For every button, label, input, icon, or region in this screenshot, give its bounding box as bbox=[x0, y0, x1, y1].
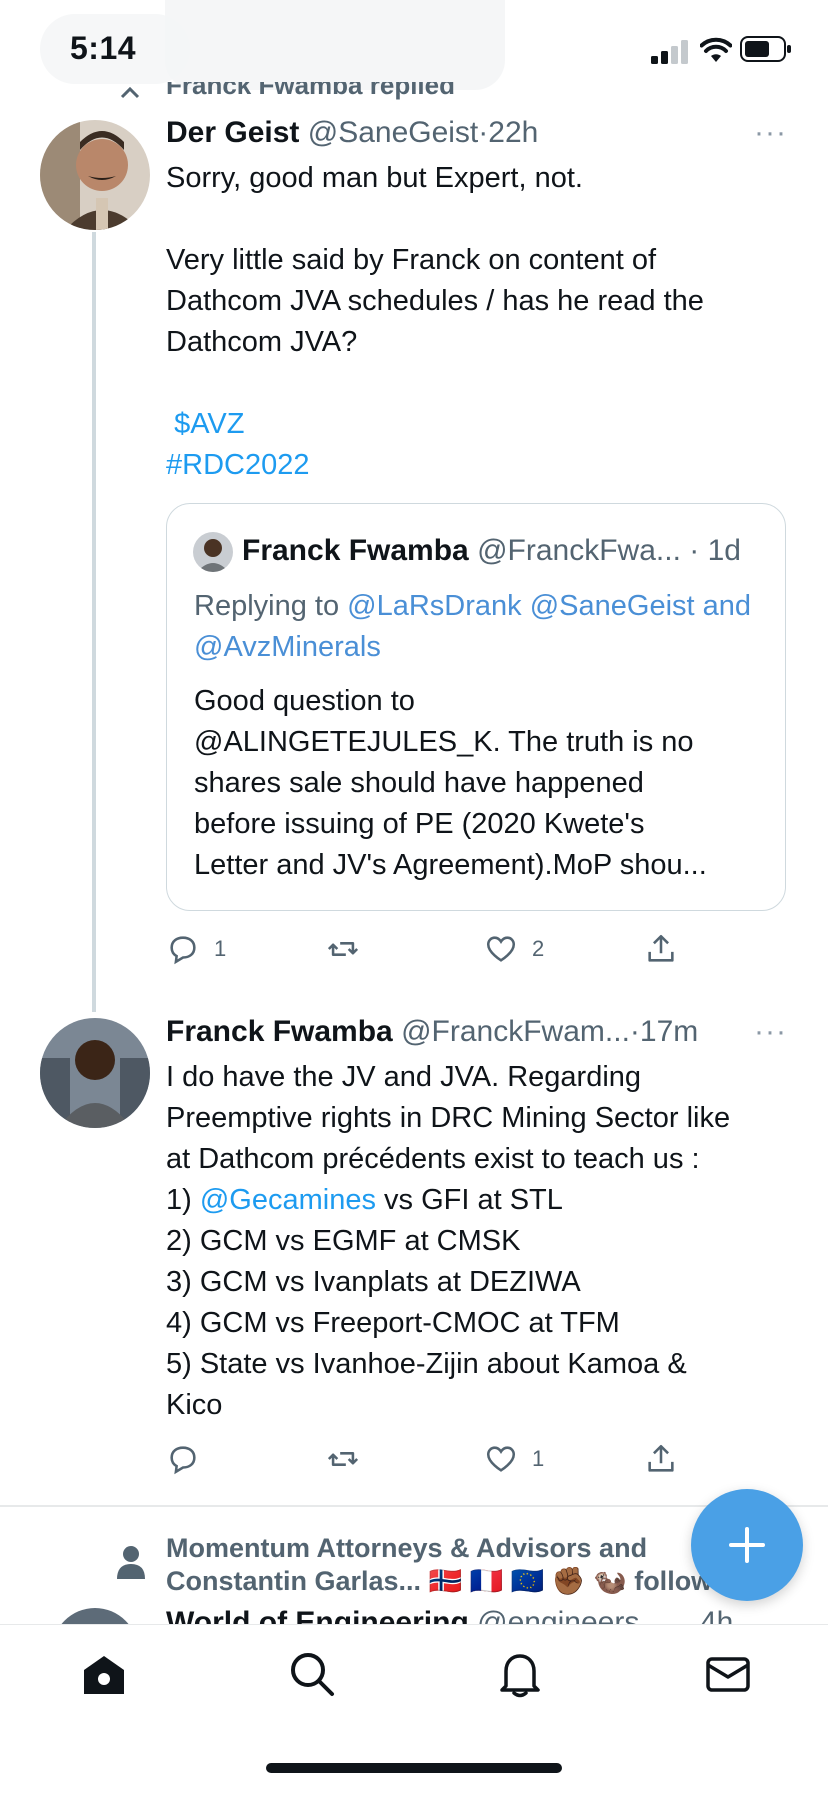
tweet2-share-button[interactable] bbox=[644, 1439, 678, 1479]
tweet1-header: Der Geist @SaneGeist·22h bbox=[166, 116, 538, 150]
wifi-icon bbox=[700, 37, 732, 62]
reply-context-icon bbox=[120, 86, 140, 99]
tweet1-like-count: 2 bbox=[532, 936, 545, 961]
quoted-tweet-header: Franck Fwamba @FranckFwa... · 1d bbox=[242, 534, 741, 568]
tweet1-hashtag-link[interactable]: #RDC2022 bbox=[166, 449, 309, 481]
retweet-icon bbox=[327, 942, 359, 956]
tweet2-timestamp[interactable]: 17m bbox=[640, 1015, 698, 1048]
replying-to-label: Replying to bbox=[194, 590, 348, 622]
follow-suggestion-line2: Constantin Garlas... bbox=[166, 1566, 422, 1596]
nav-home[interactable] bbox=[80, 1650, 128, 1698]
quoted-separator: · bbox=[689, 534, 700, 567]
quoted-author-name: Franck Fwamba bbox=[242, 534, 469, 567]
next-tweet-header: World of Engineering @engineers_... bbox=[166, 1606, 681, 1624]
avatar-image bbox=[40, 120, 150, 230]
tweet1-author-handle[interactable]: @SaneGeist bbox=[308, 116, 479, 149]
nav-messages[interactable] bbox=[704, 1650, 752, 1698]
quoted-timestamp: 1d bbox=[707, 534, 741, 567]
tweet2-author-name[interactable]: Franck Fwamba bbox=[166, 1015, 393, 1048]
tweet1-like-button[interactable]: 2 bbox=[484, 929, 544, 969]
avatar-der-geist[interactable] bbox=[40, 120, 150, 230]
share-icon bbox=[648, 934, 674, 962]
home-indicator bbox=[266, 1763, 562, 1773]
tweet1-body: Sorry, good man but Expert, not. Very li… bbox=[166, 162, 704, 358]
tweet1-more-icon[interactable]: ··· bbox=[754, 116, 787, 150]
replying-and-label: and bbox=[702, 590, 752, 622]
compose-tweet-button[interactable] bbox=[691, 1489, 803, 1601]
quoted-replying-to: Replying to @LaRsDrank @SaneGeist and @A… bbox=[194, 586, 774, 668]
nav-search[interactable] bbox=[288, 1650, 336, 1698]
cellular-signal-icon bbox=[651, 40, 688, 64]
tweet1-timestamp[interactable]: 22h bbox=[488, 116, 538, 149]
tweet1-separator: · bbox=[478, 116, 489, 149]
tweet2-header: Franck Fwamba @FranckFwam...·17m bbox=[166, 1015, 698, 1049]
share-icon bbox=[648, 1444, 674, 1472]
quoted-tweet-avatar bbox=[193, 532, 233, 572]
plus-icon bbox=[729, 1527, 765, 1563]
next-tweet-author: World of Engineering bbox=[166, 1606, 469, 1624]
tweet2-more-icon[interactable]: ··· bbox=[754, 1015, 787, 1049]
quoted-author-handle: @FranckFwa... bbox=[477, 534, 681, 567]
tweet2-retweet-button[interactable] bbox=[326, 1439, 374, 1479]
reply-icon bbox=[170, 936, 196, 965]
status-time: 5:14 bbox=[70, 30, 137, 66]
retweet-icon bbox=[327, 1452, 359, 1466]
thread-connector-line bbox=[92, 232, 96, 1012]
messages-icon bbox=[706, 1657, 750, 1692]
mention-larsdrank[interactable]: @LaRsDrank bbox=[347, 590, 522, 622]
tweet2-text: I do have the JV and JVA. Regarding Pree… bbox=[166, 1057, 806, 1426]
mention-gecamines[interactable]: @Gecamines bbox=[200, 1184, 376, 1216]
reply-icon bbox=[170, 1446, 196, 1475]
battery-icon bbox=[740, 36, 791, 62]
nav-notifications[interactable] bbox=[496, 1650, 544, 1698]
tweet2-like-button[interactable]: 1 bbox=[484, 1439, 544, 1479]
tweet1-reply-button[interactable]: 1 bbox=[166, 929, 226, 969]
follow-suggestion-line1: Momentum Attorneys & Advisors and bbox=[166, 1533, 648, 1563]
tweet2-body-part2: vs GFI at STL 2) GCM vs EGMF at CMSK 3) … bbox=[166, 1184, 687, 1421]
person-icon bbox=[117, 1546, 145, 1579]
avatar-franck-fwamba[interactable] bbox=[40, 1018, 150, 1128]
search-icon bbox=[291, 1653, 334, 1696]
timeline-divider bbox=[0, 1505, 828, 1507]
tweet2-reply-button[interactable] bbox=[166, 1439, 214, 1479]
heart-icon bbox=[486, 936, 516, 962]
status-blur-center bbox=[165, 0, 505, 90]
tweet2-separator: · bbox=[629, 1015, 640, 1048]
next-tweet-peek: World of Engineering @engineers_... 4h bbox=[0, 1606, 828, 1624]
next-tweet-handle: @engineers_... bbox=[477, 1606, 682, 1624]
next-tweet-avatar bbox=[52, 1608, 138, 1624]
tweet1-author-name[interactable]: Der Geist bbox=[166, 116, 299, 149]
tweet1-share-button[interactable] bbox=[644, 929, 678, 969]
mention-avzminerals[interactable]: @AvzMinerals bbox=[194, 631, 381, 663]
tweet1-reply-count: 1 bbox=[214, 936, 227, 961]
follow-suggestion[interactable]: Momentum Attorneys & Advisors and Consta… bbox=[166, 1532, 726, 1598]
tweet2-like-count: 1 bbox=[532, 1446, 545, 1471]
tweet1-retweet-button[interactable] bbox=[326, 929, 374, 969]
mention-sanegeist[interactable]: @SaneGeist bbox=[530, 590, 695, 622]
quoted-tweet-text: Good question to @ALINGETEJULES_K. The t… bbox=[194, 685, 707, 881]
follow-suggestion-emojis: 🇳🇴 🇫🇷 🇪🇺 ✊🏾 🦦 bbox=[428, 1566, 627, 1596]
heart-icon bbox=[486, 1446, 516, 1472]
tweet1-cashtag-link[interactable]: $AVZ bbox=[166, 408, 244, 440]
tweet2-author-handle[interactable]: @FranckFwam... bbox=[401, 1015, 630, 1048]
avatar-image bbox=[40, 1018, 150, 1128]
quoted-avatar-image bbox=[193, 532, 233, 572]
notifications-icon bbox=[500, 1654, 540, 1698]
next-tweet-age: 4h bbox=[700, 1606, 734, 1624]
home-icon bbox=[84, 1656, 124, 1694]
tweet1-text: Sorry, good man but Expert, not. Very li… bbox=[166, 158, 786, 486]
